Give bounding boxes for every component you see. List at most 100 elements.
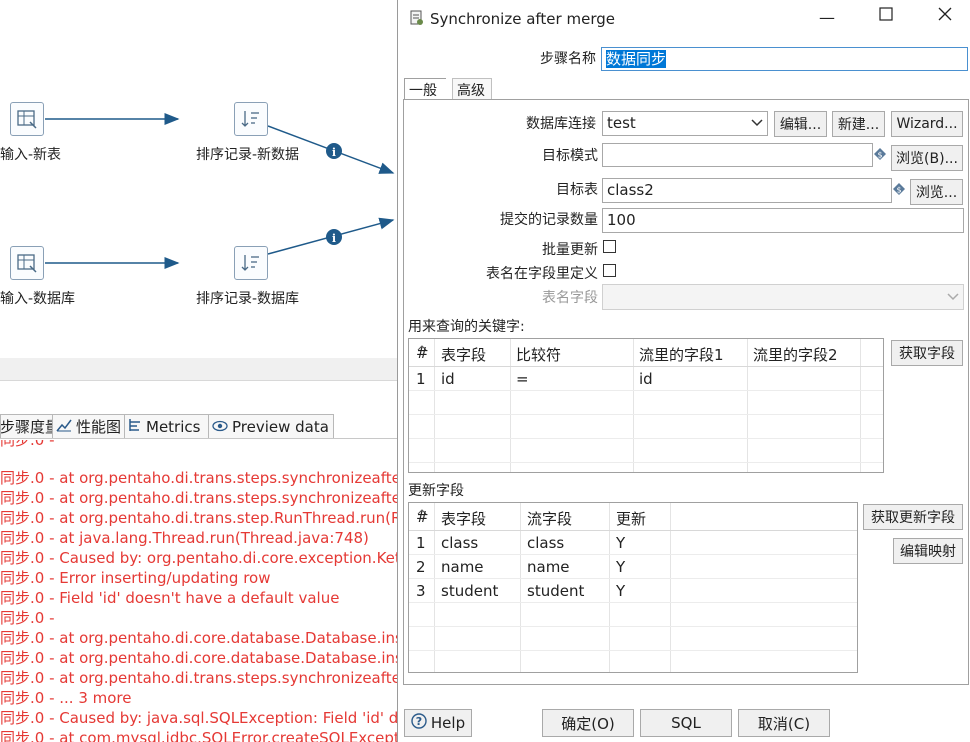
sql-button[interactable]: SQL <box>640 709 732 737</box>
log-line: 同步.0 - Error inserting/updating row <box>0 569 271 587</box>
help-button[interactable]: ? Help <box>404 709 472 737</box>
ok-button[interactable]: 确定(O) <box>542 709 634 737</box>
cancel-button[interactable]: 取消(C) <box>738 709 830 737</box>
update-fields-label: 更新字段 <box>408 483 464 499</box>
table-cell[interactable]: student <box>527 582 584 600</box>
log-line: 同步.0 - at org.pentaho.di.trans.steps.syn… <box>0 669 398 687</box>
edit-connection-button[interactable]: 编辑... <box>774 111 827 137</box>
sort-rows-icon[interactable] <box>234 246 268 280</box>
metrics-icon <box>128 418 142 436</box>
table-cell[interactable]: Y <box>616 582 625 600</box>
table-cell[interactable]: class <box>441 534 478 552</box>
new-connection-button[interactable]: 新建... <box>832 111 885 137</box>
node-label-input-new: 输入-新表 <box>0 147 62 163</box>
target-table-input[interactable]: class2 <box>602 178 892 203</box>
edit-mapping-button[interactable]: 编辑映射 <box>893 538 963 564</box>
chevron-down-icon <box>751 114 763 134</box>
column-header: 比较符 <box>516 346 562 364</box>
table-in-field-label: 表名在字段里定义 <box>486 266 598 282</box>
log-line: 同步.0 - at java.lang.Thread.run(Thread.ja… <box>0 529 369 547</box>
variable-icon: $ <box>893 183 905 199</box>
batch-update-label: 批量更新 <box>542 242 598 258</box>
wizard-button[interactable]: Wizard... <box>891 111 963 137</box>
log-line: 同步.0 - at org.pentaho.di.trans.steps.syn… <box>0 469 398 487</box>
help-button-label: Help <box>430 714 466 732</box>
dialog-title: Synchronize after merge <box>430 10 615 28</box>
lookup-keys-table[interactable]: # 表字段 比较符 流里的字段1 流里的字段2 1 id = id <box>408 338 884 473</box>
log-line: 同步.0 - at org.pentaho.di.core.database.D… <box>0 629 398 647</box>
log-line: 同步.0 - Caused by: java.sql.SQLException:… <box>0 709 398 727</box>
execution-results-tabs: 步骤度量 性能图 Metrics Preview data <box>0 414 398 439</box>
sort-rows-icon[interactable] <box>234 102 268 136</box>
column-header: # <box>416 508 429 526</box>
scroll-band <box>0 358 398 380</box>
tab-performance-graph-label: 性能图 <box>76 418 122 436</box>
table-cell[interactable]: student <box>441 582 498 600</box>
table-cell[interactable]: name <box>527 558 570 576</box>
table-cell[interactable]: Y <box>616 534 625 552</box>
tab-preview-data-label: Preview data <box>232 417 329 436</box>
dialog-app-icon <box>410 10 424 30</box>
log-line: 同步.0 - <box>0 440 55 449</box>
table-cell[interactable]: = <box>516 370 529 388</box>
transformation-canvas[interactable]: i i 输入-新表 排序记录-新数据 输入-数据库 排序记录-数据库 <box>0 0 398 358</box>
minimize-icon[interactable]: — <box>817 8 837 27</box>
tab-preview-data[interactable]: Preview data <box>208 414 334 438</box>
table-cell[interactable]: id <box>639 370 653 388</box>
log-line: 同步.0 - Field 'id' doesn't have a default… <box>0 589 340 607</box>
get-fields-button[interactable]: 获取字段 <box>891 340 963 366</box>
table-cell[interactable]: id <box>441 370 455 388</box>
chart-icon <box>56 418 72 436</box>
tab-metrics[interactable]: Metrics <box>124 414 212 438</box>
step-name-input[interactable]: 数据同步 <box>601 47 968 71</box>
db-connection-value: test <box>607 114 636 132</box>
tab-performance-graph[interactable]: 性能图 <box>52 414 128 438</box>
table-input-icon[interactable] <box>10 102 44 136</box>
table-cell[interactable]: class <box>527 534 564 552</box>
target-schema-label: 目标模式 <box>542 148 598 164</box>
maximize-icon[interactable] <box>876 6 896 25</box>
log-output[interactable]: 同步.0 - 同步.0 - at org.pentaho.di.trans.st… <box>0 440 398 742</box>
node-label-sort-new: 排序记录-新数据 <box>196 147 300 163</box>
table-cell[interactable]: name <box>441 558 484 576</box>
svg-text:$: $ <box>877 151 882 160</box>
lookup-keys-label: 用来查询的关键字: <box>408 319 525 335</box>
help-icon: ? <box>411 713 427 733</box>
log-line: 同步.0 - at org.pentaho.di.trans.step.RunT… <box>0 509 398 527</box>
target-table-label: 目标表 <box>556 182 598 198</box>
column-header: 表字段 <box>441 346 487 364</box>
browse-table-button[interactable]: 浏览... <box>910 179 963 205</box>
tab-advanced[interactable]: 高级 <box>452 78 492 100</box>
log-line: 同步.0 - at org.pentaho.di.core.database.D… <box>0 649 398 667</box>
batch-update-checkbox[interactable] <box>603 240 616 253</box>
db-connection-label: 数据库连接 <box>526 116 596 132</box>
tab-step-metrics[interactable]: 步骤度量 <box>0 414 58 438</box>
log-line: 同步.0 - Caused by: org.pentaho.di.core.ex… <box>0 549 398 567</box>
divider <box>0 380 398 381</box>
table-cell[interactable]: Y <box>616 558 625 576</box>
table-input-icon[interactable] <box>10 246 44 280</box>
table-cell: 1 <box>416 370 426 388</box>
svg-text:?: ? <box>416 715 422 728</box>
column-header: 流字段 <box>527 510 573 528</box>
get-update-fields-button[interactable]: 获取更新字段 <box>863 504 963 530</box>
log-line: 同步.0 - at org.pentaho.di.trans.steps.syn… <box>0 489 398 507</box>
svg-text:i: i <box>332 146 336 159</box>
column-header: 流里的字段2 <box>753 346 838 364</box>
node-label-input-db: 输入-数据库 <box>0 291 76 307</box>
table-in-field-checkbox[interactable] <box>603 264 616 277</box>
target-schema-input[interactable] <box>602 143 873 167</box>
db-connection-select[interactable]: test <box>602 111 768 136</box>
close-icon[interactable] <box>935 6 955 25</box>
log-line: 同步.0 - <box>0 609 55 627</box>
browse-schema-button[interactable]: 浏览(B)... <box>891 145 963 171</box>
svg-text:$: $ <box>896 186 901 195</box>
table-cell: 2 <box>416 558 426 576</box>
update-fields-table[interactable]: # 表字段 流字段 更新 1 class class Y 2 name name… <box>408 502 858 673</box>
tab-general[interactable]: 一般 <box>404 78 446 100</box>
table-cell: 1 <box>416 534 426 552</box>
commit-size-input[interactable]: 100 <box>602 208 964 233</box>
step-name-value: 数据同步 <box>606 50 667 68</box>
table-field-select[interactable] <box>602 284 964 310</box>
log-line: 同步.0 - at com.mysql.jdbc.SQLError.create… <box>0 729 398 742</box>
